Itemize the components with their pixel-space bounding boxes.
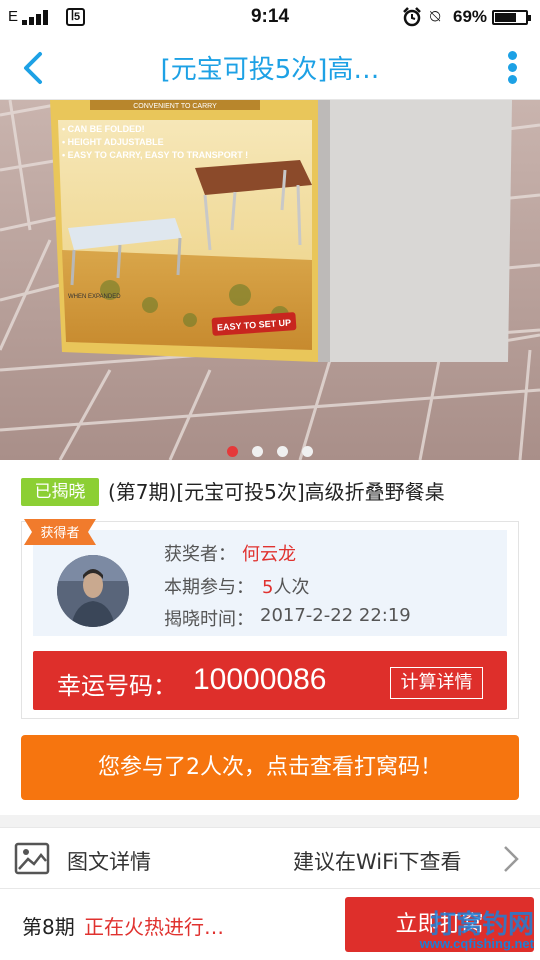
wifi-hint: 建议在WiFi下查看 — [293, 850, 462, 874]
participation-value: 5人次 — [262, 573, 309, 599]
more-menu-icon[interactable] — [504, 48, 520, 88]
avatar[interactable] — [57, 555, 129, 627]
carousel-indicator — [0, 442, 540, 461]
battery-percent: 69% — [453, 7, 488, 26]
ribbon-label: 获得者 — [40, 525, 79, 541]
carousel-dot[interactable] — [302, 446, 313, 457]
chevron-right-icon — [504, 846, 519, 872]
status-bar: E ꟾ5 9:14 ⍉ 69% — [0, 0, 540, 34]
alarm-icon — [403, 7, 421, 27]
page-title: [元宝可投5次]高… — [160, 55, 380, 85]
lucky-number: 10000086 — [193, 663, 327, 696]
reveal-time-label: 揭晓时间： — [164, 609, 254, 630]
winner-ribbon: 获得者 — [24, 519, 96, 545]
carousel-dot[interactable] — [227, 446, 238, 457]
lucky-number-label: 幸运号码： — [57, 672, 177, 700]
view-participation-button[interactable]: 您参与了2人次，点击查看打窝码！ — [21, 735, 519, 800]
page: E ꟾ5 9:14 ⍉ 69% [元宝可投5次]高… CONVENIENT TO… — [0, 0, 540, 960]
winner-label: 获奖者： — [164, 544, 236, 565]
join-now-button[interactable]: 立即打窝 — [345, 897, 534, 952]
app-header: [元宝可投5次]高… — [0, 34, 540, 100]
status-badge: 已揭晓 — [21, 478, 99, 506]
vibrate-icon: ⍉ — [430, 7, 441, 26]
product-title: (第7期)[元宝可投5次]高级折叠野餐桌 — [108, 480, 445, 504]
reveal-time: 2017-2-22 22:19 — [260, 605, 411, 626]
battery-icon — [492, 10, 531, 25]
box-print-line: WHEN EXPANDED — [68, 294, 121, 300]
winner-name[interactable]: 何云龙 — [242, 540, 296, 566]
participation-unit: 人次 — [273, 577, 310, 598]
participation-count: 5 — [262, 577, 274, 598]
box-print-line: • CAN BE FOLDED! — [62, 124, 145, 134]
image-text-details-row[interactable]: 图文详情 建议在WiFi下查看 — [0, 827, 540, 889]
back-button[interactable] — [14, 48, 54, 88]
avatar-photo — [57, 555, 129, 627]
details-label: 图文详情 — [67, 850, 151, 874]
carousel-dot[interactable] — [277, 446, 288, 457]
box-print-line: • EASY TO CARRY, EASY TO TRANSPORT ! — [62, 150, 248, 160]
box-print-line: • HEIGHT ADJUSTABLE — [62, 137, 164, 147]
product-image-carousel[interactable]: CONVENIENT TO CARRY • CAN BE FOLDED! • H… — [0, 100, 540, 460]
period-status[interactable]: 正在火热进行… — [84, 911, 224, 940]
carousel-dot[interactable] — [252, 446, 263, 457]
box-print-line: CONVENIENT TO CARRY — [133, 103, 217, 110]
next-period: 第8期 — [22, 915, 75, 939]
lucky-number-bar: 幸运号码： 10000086 计算详情 — [33, 651, 507, 710]
calc-details-button[interactable]: 计算详情 — [390, 667, 483, 699]
image-icon — [14, 842, 50, 875]
bottom-bar: 第8期 正在火热进行… 立即打窝 — [0, 889, 540, 960]
participation-label: 本期参与： — [164, 577, 254, 598]
product-photo: CONVENIENT TO CARRY • CAN BE FOLDED! • H… — [0, 100, 540, 460]
